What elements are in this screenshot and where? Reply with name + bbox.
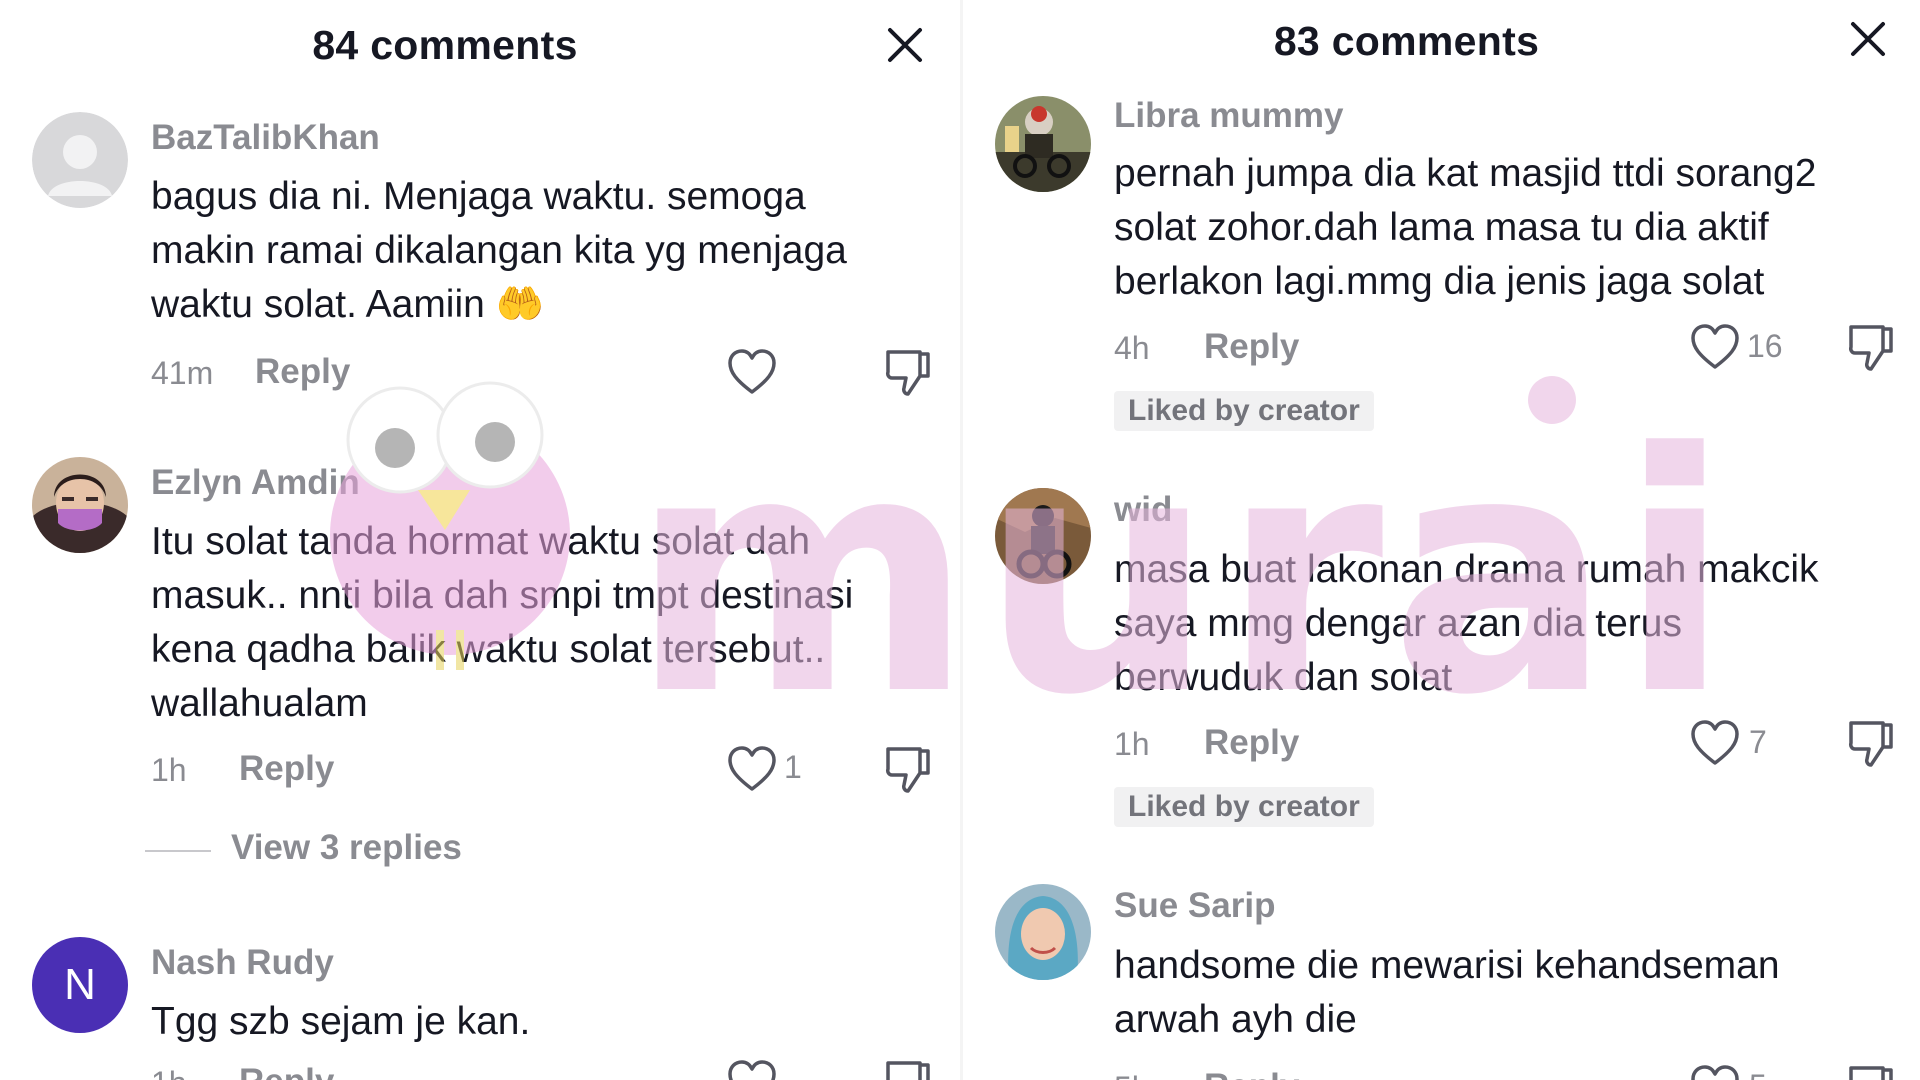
- comment-item: wid masa buat lakonan drama rumah makcik…: [963, 488, 1920, 828]
- username[interactable]: Ezlyn Amdin: [151, 463, 360, 503]
- dislike-button[interactable]: [878, 1053, 938, 1080]
- comment-item: Libra mummy pernah jumpa dia kat masjid …: [963, 92, 1920, 432]
- thumbs-down-icon: [886, 747, 930, 793]
- avatar[interactable]: N: [32, 937, 128, 1033]
- avatar[interactable]: [32, 112, 128, 208]
- thumbs-down-icon: [1849, 1066, 1893, 1080]
- reply-button[interactable]: Reply: [1204, 327, 1299, 367]
- liked-by-creator-badge: Liked by creator: [1114, 391, 1374, 431]
- close-icon: [1851, 22, 1885, 56]
- avatar[interactable]: [995, 96, 1091, 192]
- heart-icon: [1691, 324, 1739, 369]
- photo-avatar-icon: [32, 457, 128, 553]
- heart-icon: [728, 349, 776, 394]
- close-icon: [888, 28, 922, 62]
- panel-title: 83 comments: [1273, 18, 1540, 64]
- reply-button[interactable]: Reply: [1204, 723, 1299, 763]
- heart-icon: [728, 746, 776, 791]
- comment-time: 5h: [1114, 1070, 1150, 1080]
- dislike-button[interactable]: [878, 342, 938, 402]
- comment-text: Tgg szb sejam je kan.: [151, 1000, 531, 1043]
- avatar[interactable]: [995, 884, 1091, 980]
- comment-time: 4h: [1114, 330, 1150, 366]
- comment-text: pernah jumpa dia kat masjid ttdi sorang2…: [1114, 152, 1817, 303]
- like-button[interactable]: [722, 1053, 782, 1080]
- dislike-button[interactable]: [1841, 317, 1901, 377]
- left-comments-panel: 84 comments BazTalibKhan bagus dia ni. M…: [0, 0, 960, 1080]
- comment-time: 41m: [151, 355, 214, 391]
- panel-title: 84 comments: [312, 22, 578, 68]
- reply-button[interactable]: Reply: [239, 1062, 334, 1080]
- like-count: 1: [784, 749, 802, 785]
- like-count: 7: [1749, 724, 1767, 760]
- avatar[interactable]: [32, 457, 128, 553]
- heart-icon: [1691, 1065, 1739, 1080]
- username[interactable]: Libra mummy: [1114, 96, 1344, 136]
- heart-icon: [728, 1060, 776, 1080]
- comment-text: bagus dia ni. Menjaga waktu. semoga maki…: [151, 175, 847, 326]
- reply-button[interactable]: Reply: [1204, 1067, 1299, 1080]
- heart-icon: [1691, 720, 1739, 765]
- close-button[interactable]: [880, 20, 930, 70]
- photo-avatar-icon: [995, 488, 1091, 584]
- avatar[interactable]: [995, 488, 1091, 584]
- comment-text: handsome die mewarisi kehandseman arwah …: [1114, 944, 1780, 1041]
- panel-header: 84 comments: [0, 0, 960, 92]
- like-count: 16: [1747, 328, 1783, 364]
- username[interactable]: Nash Rudy: [151, 943, 334, 983]
- reply-button[interactable]: Reply: [239, 749, 334, 789]
- photo-avatar-icon: [995, 884, 1091, 980]
- reply-button[interactable]: Reply: [255, 352, 350, 392]
- right-comments-panel: 83 comments Libra mummy pernah jumpa dia…: [963, 0, 1920, 1080]
- divider-line: [145, 850, 211, 852]
- like-button[interactable]: [722, 342, 782, 402]
- like-count: 5: [1749, 1068, 1767, 1080]
- close-button[interactable]: [1843, 14, 1893, 64]
- view-replies-label: View 3 replies: [231, 828, 462, 867]
- comment-item: Ezlyn Amdin Itu solat tanda hormat waktu…: [0, 455, 960, 867]
- screenshot-collage: 84 comments BazTalibKhan bagus dia ni. M…: [0, 0, 1920, 1080]
- photo-avatar-icon: [995, 96, 1091, 192]
- panel-header: 83 comments: [963, 0, 1920, 92]
- dislike-button[interactable]: [878, 739, 938, 799]
- thumbs-down-icon: [886, 350, 930, 396]
- like-button[interactable]: [1685, 713, 1745, 773]
- like-button[interactable]: [722, 739, 782, 799]
- dislike-button[interactable]: [1841, 713, 1901, 773]
- comment-item: BazTalibKhan bagus dia ni. Menjaga waktu…: [0, 110, 960, 410]
- thumbs-down-icon: [1849, 325, 1893, 371]
- comment-time: 1h: [151, 752, 187, 788]
- default-user-avatar-icon: [32, 112, 128, 208]
- username[interactable]: BazTalibKhan: [151, 118, 380, 158]
- comment-text: Itu solat tanda hormat waktu solat dah m…: [151, 520, 854, 725]
- thumbs-down-icon: [886, 1061, 930, 1080]
- comment-time: 1h: [1114, 726, 1150, 762]
- like-button[interactable]: [1685, 1058, 1745, 1080]
- dislike-button[interactable]: [1841, 1058, 1901, 1080]
- comment-item: Sue Sarip handsome die mewarisi kehandse…: [963, 884, 1920, 1080]
- like-button[interactable]: [1685, 317, 1745, 377]
- username[interactable]: wid: [1114, 490, 1172, 530]
- comment-text: masa buat lakonan drama rumah makcik say…: [1114, 548, 1819, 699]
- comment-item: N Nash Rudy Tgg szb sejam je kan. 1h Rep…: [0, 935, 960, 1080]
- avatar-letter: N: [64, 960, 96, 1009]
- liked-by-creator-badge: Liked by creator: [1114, 787, 1374, 827]
- username[interactable]: Sue Sarip: [1114, 886, 1275, 926]
- comment-time: 1h: [151, 1065, 187, 1080]
- thumbs-down-icon: [1849, 721, 1893, 767]
